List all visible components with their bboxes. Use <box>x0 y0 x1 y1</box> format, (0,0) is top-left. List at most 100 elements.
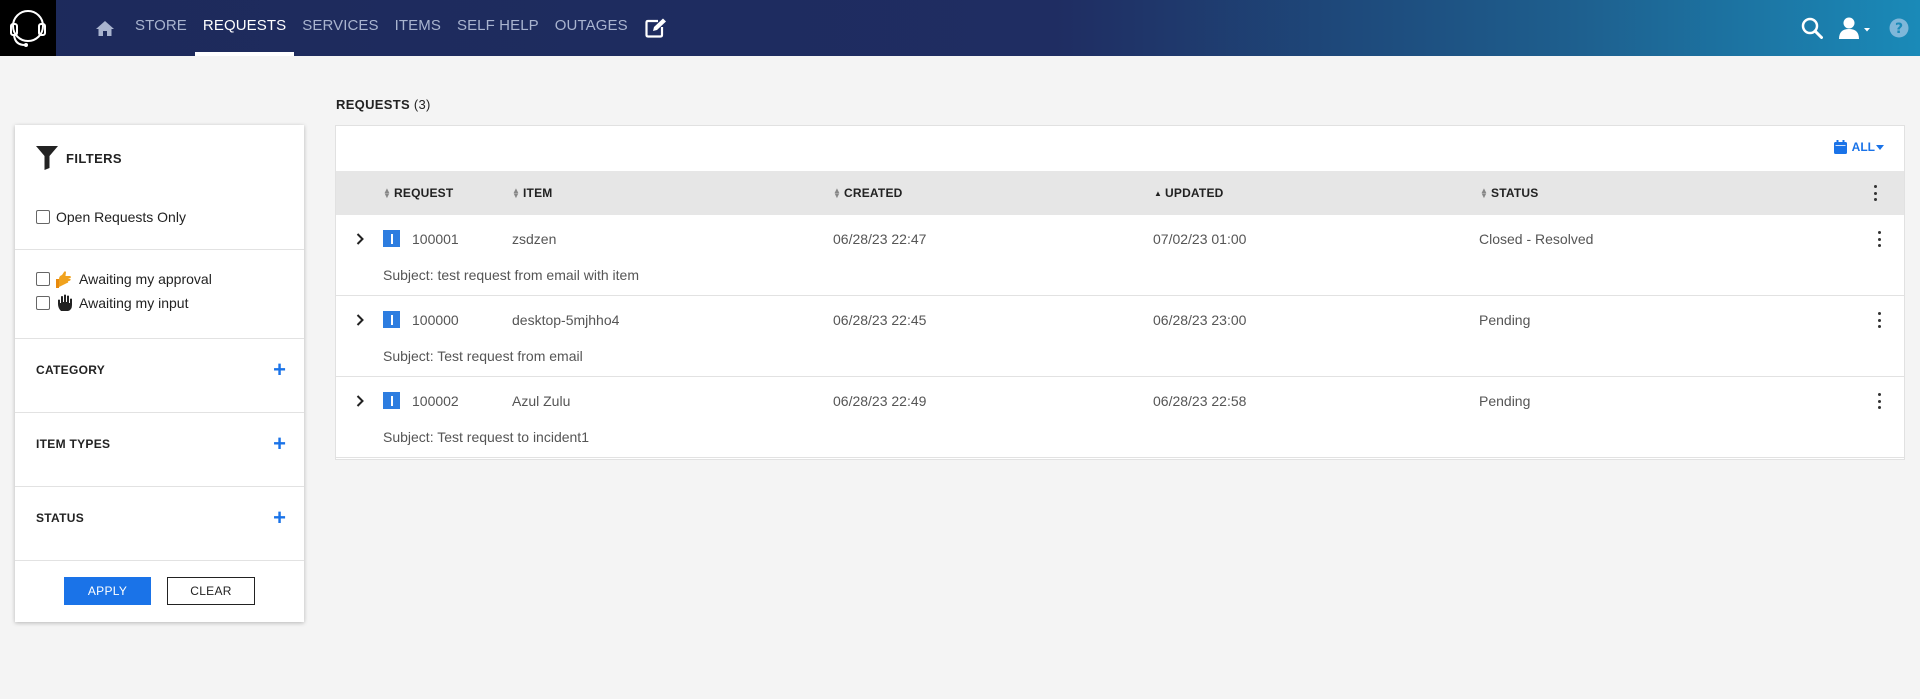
funnel-icon <box>36 146 58 170</box>
home-icon[interactable] <box>92 0 118 56</box>
plus-icon[interactable]: + <box>273 507 286 529</box>
user-icon[interactable] <box>1834 0 1878 56</box>
item-name: desktop-5mjhho4 <box>512 312 620 328</box>
awaiting-input-label: Awaiting my input <box>79 295 189 311</box>
created-date: 06/28/23 22:47 <box>833 231 927 247</box>
caret-down-icon <box>1876 144 1884 150</box>
nav-store[interactable]: STORE <box>127 0 195 56</box>
sort-icon: ▲ ▼ <box>1480 186 1489 200</box>
sort-ascending-icon: ▲ <box>1154 188 1163 198</box>
item-name: zsdzen <box>512 231 557 247</box>
approval-hand-icon <box>56 271 71 288</box>
top-right-tools: ? <box>1790 0 1920 56</box>
divider <box>15 486 304 487</box>
clear-button[interactable]: CLEAR <box>167 577 255 605</box>
edit-icon[interactable] <box>640 0 672 56</box>
nav-items[interactable]: ITEMS <box>387 0 449 56</box>
column-options-icon[interactable] <box>1872 185 1878 201</box>
calendar-icon <box>1833 140 1847 154</box>
open-requests-checkbox[interactable] <box>36 210 50 224</box>
sort-icon: ▲ ▼ <box>383 186 392 200</box>
table-row[interactable]: 100002 Azul Zulu 06/28/23 22:49 06/28/23… <box>336 377 1904 458</box>
nav-outages[interactable]: OUTAGES <box>547 0 636 56</box>
divider <box>15 338 304 339</box>
category-section[interactable]: CATEGORY + <box>36 359 286 381</box>
row-menu-icon[interactable] <box>1876 312 1882 328</box>
plus-icon[interactable]: + <box>273 433 286 455</box>
awaiting-approval-filter[interactable]: Awaiting my approval <box>36 270 212 288</box>
chevron-right-icon[interactable] <box>352 393 368 409</box>
updated-date: 06/28/23 23:00 <box>1153 312 1247 328</box>
status-text: Pending <box>1479 393 1531 409</box>
divider <box>15 412 304 413</box>
col-created-label: CREATED <box>844 186 903 200</box>
col-item-label: ITEM <box>523 186 553 200</box>
divider <box>15 560 304 561</box>
divider <box>15 249 304 250</box>
row-menu-icon[interactable] <box>1876 231 1882 247</box>
item-name: Azul Zulu <box>512 393 571 409</box>
raised-hand-icon <box>58 294 72 311</box>
request-id[interactable]: 100001 <box>412 215 459 263</box>
awaiting-approval-label: Awaiting my approval <box>79 271 212 287</box>
date-range-dropdown[interactable]: ALL <box>1833 140 1884 154</box>
request-subject: Subject: test request from email with it… <box>383 267 639 283</box>
col-updated-label: UPDATED <box>1165 186 1224 200</box>
requests-table: ALL ▲ ▼ REQUEST ▲ ▼ ITEM ▲ ▼ CREATED ▲ UPDA… <box>335 125 1905 460</box>
table-row[interactable]: 100001 zsdzen 06/28/23 22:47 07/02/23 01… <box>336 215 1904 296</box>
incident-type-icon <box>383 311 400 328</box>
sort-icon: ▲ ▼ <box>512 186 521 200</box>
item-types-section[interactable]: ITEM TYPES + <box>36 433 286 455</box>
requests-title: REQUESTS <box>336 97 410 112</box>
help-icon[interactable]: ? <box>1878 0 1920 56</box>
chevron-right-icon[interactable] <box>352 231 368 247</box>
chevron-right-icon[interactable] <box>352 312 368 328</box>
filters-panel: FILTERS Open Requests Only Awaiting my a… <box>15 125 304 622</box>
status-label: STATUS <box>36 511 85 525</box>
request-subject: Subject: Test request from email <box>383 348 583 364</box>
headset-logo-icon[interactable] <box>0 0 56 56</box>
row-menu-icon[interactable] <box>1876 393 1882 409</box>
table-header: ▲ ▼ REQUEST ▲ ▼ ITEM ▲ ▼ CREATED ▲ UPDATED … <box>336 171 1904 215</box>
col-updated[interactable]: ▲ UPDATED <box>1154 171 1224 215</box>
open-requests-filter[interactable]: Open Requests Only <box>36 209 186 225</box>
nav-services[interactable]: SERVICES <box>294 0 386 56</box>
col-created[interactable]: ▲ ▼ CREATED <box>833 171 903 215</box>
all-label: ALL <box>1851 140 1875 154</box>
search-icon[interactable] <box>1790 0 1834 56</box>
status-text: Closed - Resolved <box>1479 231 1594 247</box>
request-id[interactable]: 100002 <box>412 377 459 425</box>
col-status[interactable]: ▲ ▼ STATUS <box>1480 171 1538 215</box>
top-navigation-bar: STORE REQUESTS SERVICES ITEMS SELF HELP … <box>0 0 1920 56</box>
requests-count: (3) <box>413 97 431 112</box>
request-subject: Subject: Test request to incident1 <box>383 429 589 445</box>
col-request[interactable]: ▲ ▼ REQUEST <box>383 171 453 215</box>
apply-button[interactable]: APPLY <box>64 577 151 605</box>
col-item[interactable]: ▲ ▼ ITEM <box>512 171 552 215</box>
filters-header: FILTERS <box>36 146 122 170</box>
sort-icon: ▲ ▼ <box>833 186 842 200</box>
filters-title: FILTERS <box>66 150 122 166</box>
plus-icon[interactable]: + <box>273 359 286 381</box>
awaiting-input-filter[interactable]: Awaiting my input <box>36 294 188 312</box>
col-request-label: REQUEST <box>394 186 454 200</box>
awaiting-approval-checkbox[interactable] <box>36 272 50 286</box>
nav-self-help[interactable]: SELF HELP <box>449 0 547 56</box>
incident-type-icon <box>383 392 400 409</box>
created-date: 06/28/23 22:45 <box>833 312 927 328</box>
table-row[interactable]: 100000 desktop-5mjhho4 06/28/23 22:45 06… <box>336 296 1904 377</box>
col-status-label: STATUS <box>1491 186 1539 200</box>
item-types-label: ITEM TYPES <box>36 437 111 451</box>
updated-date: 07/02/23 01:00 <box>1153 231 1247 247</box>
category-label: CATEGORY <box>36 363 106 377</box>
nav-requests[interactable]: REQUESTS <box>194 0 295 56</box>
status-text: Pending <box>1479 312 1531 328</box>
request-id[interactable]: 100000 <box>412 296 459 344</box>
main-nav: STORE REQUESTS SERVICES ITEMS SELF HELP … <box>92 0 672 56</box>
awaiting-input-checkbox[interactable] <box>36 296 50 310</box>
open-requests-label: Open Requests Only <box>56 209 186 225</box>
created-date: 06/28/23 22:49 <box>833 393 927 409</box>
status-section[interactable]: STATUS + <box>36 507 286 529</box>
updated-date: 06/28/23 22:58 <box>1153 393 1247 409</box>
incident-type-icon <box>383 230 400 247</box>
